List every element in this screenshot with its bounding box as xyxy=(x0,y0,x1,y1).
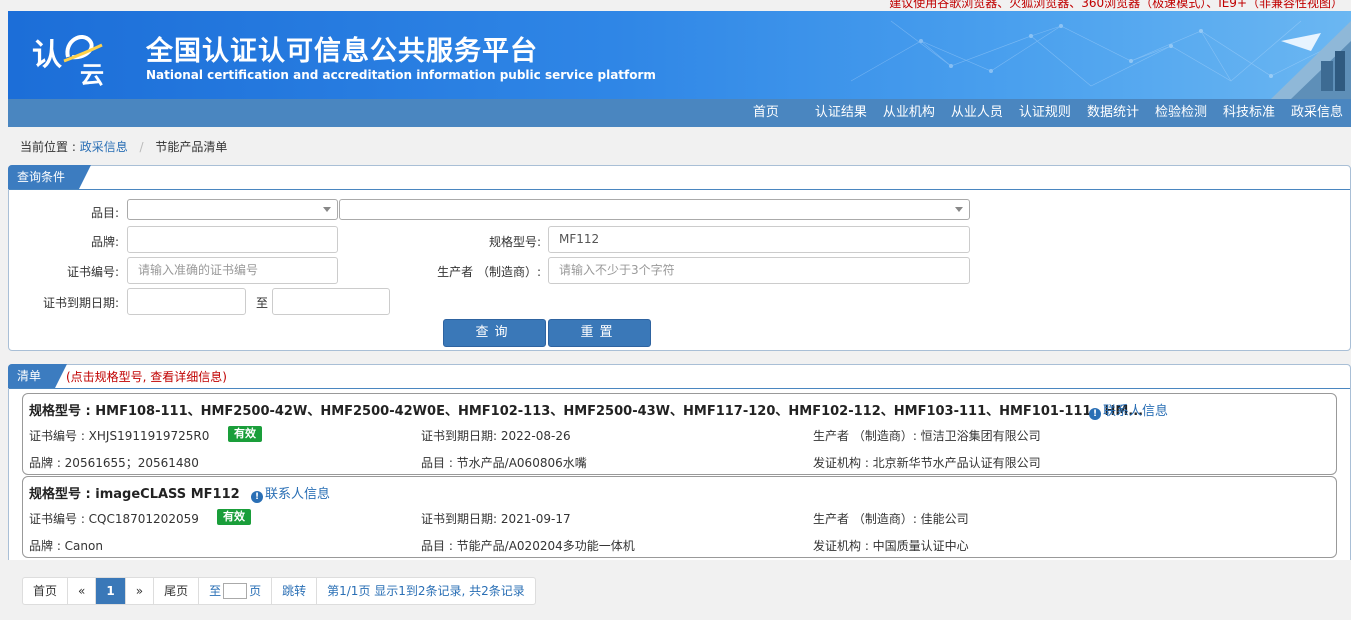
reset-button[interactable]: 重置 xyxy=(548,319,651,347)
search-button[interactable]: 查询 xyxy=(443,319,546,347)
breadcrumb-parent-link[interactable]: 政采信息 xyxy=(80,140,128,154)
expiry-date: 证书到期日期: 2021-09-17 xyxy=(421,512,571,526)
site-title: 全国认证认可信息公共服务平台 xyxy=(146,36,538,67)
query-panel-header: 查询条件 xyxy=(8,165,1350,190)
nav-cert-rules[interactable]: 认证规则 xyxy=(1011,99,1079,127)
list-panel: 清单 (点击规格型号, 查看详细信息) 规格型号 : HMF108-111、HM… xyxy=(8,364,1351,560)
nav-home[interactable]: 首页 xyxy=(745,99,807,127)
breadcrumb: 当前位置 : 政采信息 / 节能产品清单 xyxy=(20,138,227,155)
pager-next[interactable]: » xyxy=(126,578,155,604)
pager-last[interactable]: 尾页 xyxy=(154,578,200,604)
list-tab: 清单 xyxy=(8,364,68,388)
corner-image xyxy=(1271,21,1351,99)
nav-inspection[interactable]: 检验检测 xyxy=(1147,99,1215,127)
query-panel: 查询条件 品目: 品牌: 规格型号: MF112 证书编号: 请输入准确的证书编… xyxy=(8,165,1351,351)
info-icon: ! xyxy=(1089,408,1101,420)
chevron-down-icon xyxy=(323,207,331,212)
browser-notice: 建议使用谷歌浏览器、火狐浏览器、360浏览器（极速模式）、IE9+（非兼容性视图… xyxy=(889,0,1343,10)
nav-practitioners[interactable]: 从业人员 xyxy=(943,99,1011,127)
manufacturer-input[interactable]: 请输入不少于3个字符 xyxy=(548,257,970,284)
logo-char-2: 云 xyxy=(80,61,104,87)
pager-page-input[interactable] xyxy=(223,583,248,599)
manufacturer: 生产者 （制造商）: 佳能公司 xyxy=(813,512,969,526)
expiry-date: 证书到期日期: 2022-08-26 xyxy=(421,429,571,443)
contact-info-link[interactable]: ! 联系人信息 xyxy=(251,483,330,503)
nav-procurement[interactable]: 政采信息 xyxy=(1283,99,1351,127)
contact-info-link[interactable]: ! 联系人信息 xyxy=(1089,400,1168,420)
manufacturer: 生产者 （制造商）: 恒洁卫浴集团有限公司 xyxy=(813,429,1041,443)
cert-number: 证书编号 : CQC18701202059 xyxy=(29,512,199,526)
nav-standards[interactable]: 科技标准 xyxy=(1215,99,1283,127)
issuing-body: 发证机构 : 北京新华节水产品认证有限公司 xyxy=(813,456,1041,470)
product-card: 规格型号 : HMF108-111、HMF2500-42W、HMF2500-42… xyxy=(22,393,1337,475)
expiry-to-label: 至 xyxy=(255,296,268,310)
model-link[interactable]: 规格型号 : imageCLASS MF112 xyxy=(29,483,240,502)
pager-current-page[interactable]: 1 xyxy=(96,578,126,604)
cert-number: 证书编号 : XHJS1911919725R0 xyxy=(29,429,210,443)
category-label: 品目: xyxy=(90,206,119,220)
breadcrumb-separator: / xyxy=(139,140,144,154)
brand: 品牌 : 20561655；20561480 xyxy=(29,456,199,470)
product-card: 规格型号 : imageCLASS MF112 ! 联系人信息 证书编号 : CQ… xyxy=(22,476,1337,558)
site-subtitle: National certification and accreditation… xyxy=(146,68,656,82)
list-hint: (点击规格型号, 查看详细信息) xyxy=(66,370,227,384)
manufacturer-label: 生产者 （制造商）: xyxy=(437,265,541,279)
pager-jump-button[interactable]: 跳转 xyxy=(272,578,318,604)
category: 品目 : 节能产品/A020204多功能一体机 xyxy=(421,539,635,553)
expiry-label: 证书到期日期: xyxy=(42,296,119,310)
model-link[interactable]: 规格型号 : HMF108-111、HMF2500-42W、HMF2500-42… xyxy=(29,400,1143,419)
platform-logo: 认 云 xyxy=(30,23,120,89)
logo-mark-icon: 认 云 xyxy=(32,35,104,89)
site-header: 认 云 全国认证认可信息公共服务平台 National certificatio… xyxy=(8,11,1351,99)
issuing-body: 发证机构 : 中国质量认证中心 xyxy=(813,539,969,553)
contact-info-label: 联系人信息 xyxy=(265,487,331,502)
category-select-1[interactable] xyxy=(127,199,338,220)
brand: 品牌 : Canon xyxy=(29,539,103,553)
expiry-end-input[interactable] xyxy=(272,288,390,315)
nav-cert-results[interactable]: 认证结果 xyxy=(807,99,875,127)
pager-goto-prefix: 至 xyxy=(209,584,222,598)
pager-goto: 至页 xyxy=(199,578,273,604)
brand-input[interactable] xyxy=(127,226,338,253)
breadcrumb-prefix: 当前位置 : xyxy=(20,140,76,154)
contact-info-label: 联系人信息 xyxy=(1103,404,1169,419)
model-label: 规格型号: xyxy=(488,235,541,249)
pagination: 首页 « 1 » 尾页 至页 跳转 第1/1页 显示1到2条记录, 共2条记录 xyxy=(22,577,536,605)
nav-items: 首页 认证结果 从业机构 从业人员 认证规则 数据统计 检验检测 科技标准 政采… xyxy=(745,99,1351,127)
status-badge: 有效 xyxy=(217,509,251,525)
pager-info: 第1/1页 显示1到2条记录, 共2条记录 xyxy=(327,584,525,598)
nav-institutions[interactable]: 从业机构 xyxy=(875,99,943,127)
main-nav: 首页 认证结果 从业机构 从业人员 认证规则 数据统计 检验检测 科技标准 政采… xyxy=(8,99,1351,127)
info-icon: ! xyxy=(251,491,263,503)
cert-number-input[interactable]: 请输入准确的证书编号 xyxy=(127,257,338,284)
breadcrumb-current: 节能产品清单 xyxy=(155,140,228,154)
category-select-2[interactable] xyxy=(339,199,970,220)
list-panel-header: 清单 (点击规格型号, 查看详细信息) xyxy=(8,364,1350,389)
status-badge: 有效 xyxy=(228,426,262,442)
expiry-start-input[interactable] xyxy=(127,288,246,315)
model-input[interactable]: MF112 xyxy=(548,226,970,253)
cert-number-label: 证书编号: xyxy=(66,265,119,279)
query-tab: 查询条件 xyxy=(8,165,92,189)
brand-label: 品牌: xyxy=(90,235,119,249)
pager-prev[interactable]: « xyxy=(68,578,97,604)
logo-char-1: 认 xyxy=(32,38,62,73)
category: 品目 : 节水产品/A060806水嘴 xyxy=(421,456,587,470)
pager-goto-suffix: 页 xyxy=(249,584,262,598)
chevron-down-icon xyxy=(955,207,963,212)
nav-statistics[interactable]: 数据统计 xyxy=(1079,99,1147,127)
pager-first[interactable]: 首页 xyxy=(23,578,69,604)
